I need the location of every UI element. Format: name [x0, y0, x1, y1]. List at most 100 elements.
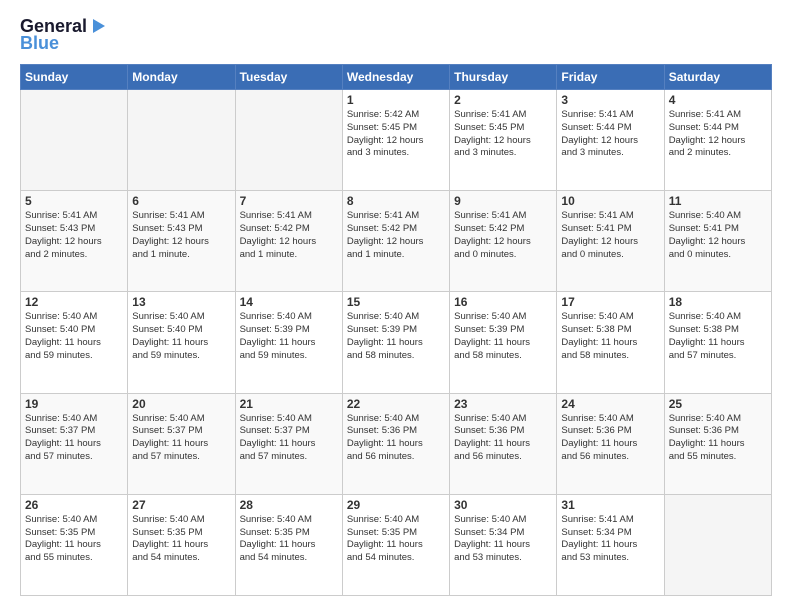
calendar-cell: 8Sunrise: 5:41 AM Sunset: 5:42 PM Daylig…: [342, 191, 449, 292]
day-number: 22: [347, 397, 445, 411]
day-number: 15: [347, 295, 445, 309]
calendar-cell: 29 Sunrise: 5:40 AM Sunset: 5:35 PM Dayli…: [342, 494, 449, 595]
day-info: Sunrise: 5:40 AM Sunset: 5:36 PM Dayligh…: [669, 413, 767, 464]
day-number: 29: [347, 498, 445, 512]
calendar-cell: 10 Sunrise: 5:41 AM Sunset: 5:41 PM Dayli…: [557, 191, 664, 292]
calendar-cell: 23Sunrise: 5:40 AM Sunset: 5:36 PM Dayli…: [450, 393, 557, 494]
day-info: Sunrise: 5:40 AM Sunset: 5:39 PM Dayligh…: [240, 311, 338, 362]
day-number: 14: [240, 295, 338, 309]
day-info: Sunrise: 5:41 AM Sunset: 5:41 PM Dayligh…: [561, 210, 659, 261]
day-info: Sunrise: 5:41 AM Sunset: 5:45 PM Dayligh…: [454, 109, 552, 160]
weekday-header: Sunday: [21, 65, 128, 90]
calendar-week-row: 19 Sunrise: 5:40 AM Sunset: 5:37 PM Dayli…: [21, 393, 772, 494]
day-number: 7: [240, 194, 338, 208]
weekday-header: Thursday: [450, 65, 557, 90]
day-info: Sunrise: 5:41 AM Sunset: 5:34 PM Dayligh…: [561, 514, 659, 565]
calendar-cell: 5 Sunrise: 5:41 AM Sunset: 5:43 PM Daylig…: [21, 191, 128, 292]
calendar-cell: 17 Sunrise: 5:40 AM Sunset: 5:38 PM Dayli…: [557, 292, 664, 393]
day-info: Sunrise: 5:40 AM Sunset: 5:40 PM Dayligh…: [25, 311, 123, 362]
calendar-cell: 21Sunrise: 5:40 AM Sunset: 5:37 PM Dayli…: [235, 393, 342, 494]
calendar-cell: 27 Sunrise: 5:40 AM Sunset: 5:35 PM Dayli…: [128, 494, 235, 595]
day-number: 19: [25, 397, 123, 411]
day-number: 30: [454, 498, 552, 512]
calendar-week-row: 12Sunrise: 5:40 AM Sunset: 5:40 PM Dayli…: [21, 292, 772, 393]
day-number: 1: [347, 93, 445, 107]
day-number: 11: [669, 194, 767, 208]
day-number: 26: [25, 498, 123, 512]
day-number: 18: [669, 295, 767, 309]
day-number: 3: [561, 93, 659, 107]
calendar-cell: [21, 90, 128, 191]
day-number: 5: [25, 194, 123, 208]
day-info: Sunrise: 5:40 AM Sunset: 5:35 PM Dayligh…: [25, 514, 123, 565]
page: General Blue SundayMondayTuesdayWednesda…: [0, 0, 792, 612]
day-number: 8: [347, 194, 445, 208]
calendar-week-row: 26 Sunrise: 5:40 AM Sunset: 5:35 PM Dayli…: [21, 494, 772, 595]
calendar-cell: 4Sunrise: 5:41 AM Sunset: 5:44 PM Daylig…: [664, 90, 771, 191]
day-number: 17: [561, 295, 659, 309]
day-info: Sunrise: 5:40 AM Sunset: 5:37 PM Dayligh…: [132, 413, 230, 464]
logo: General Blue: [20, 16, 107, 54]
calendar-table: SundayMondayTuesdayWednesdayThursdayFrid…: [20, 64, 772, 596]
day-info: Sunrise: 5:40 AM Sunset: 5:36 PM Dayligh…: [347, 413, 445, 464]
calendar-cell: 18 Sunrise: 5:40 AM Sunset: 5:38 PM Dayli…: [664, 292, 771, 393]
calendar-week-row: 5 Sunrise: 5:41 AM Sunset: 5:43 PM Daylig…: [21, 191, 772, 292]
calendar-week-row: 1 Sunrise: 5:42 AM Sunset: 5:45 PM Daylig…: [21, 90, 772, 191]
weekday-header: Wednesday: [342, 65, 449, 90]
weekday-header: Friday: [557, 65, 664, 90]
day-number: 10: [561, 194, 659, 208]
day-info: Sunrise: 5:41 AM Sunset: 5:42 PM Dayligh…: [454, 210, 552, 261]
calendar-cell: 25 Sunrise: 5:40 AM Sunset: 5:36 PM Dayli…: [664, 393, 771, 494]
calendar-cell: 6 Sunrise: 5:41 AM Sunset: 5:43 PM Daylig…: [128, 191, 235, 292]
calendar-cell: [128, 90, 235, 191]
day-info: Sunrise: 5:40 AM Sunset: 5:37 PM Dayligh…: [25, 413, 123, 464]
day-info: Sunrise: 5:41 AM Sunset: 5:43 PM Dayligh…: [25, 210, 123, 261]
header: General Blue: [20, 16, 772, 54]
day-info: Sunrise: 5:40 AM Sunset: 5:36 PM Dayligh…: [561, 413, 659, 464]
calendar-cell: 28 Sunrise: 5:40 AM Sunset: 5:35 PM Dayli…: [235, 494, 342, 595]
calendar-header-row: SundayMondayTuesdayWednesdayThursdayFrid…: [21, 65, 772, 90]
calendar-cell: 11 Sunrise: 5:40 AM Sunset: 5:41 PM Dayli…: [664, 191, 771, 292]
day-number: 25: [669, 397, 767, 411]
day-number: 13: [132, 295, 230, 309]
day-number: 16: [454, 295, 552, 309]
day-info: Sunrise: 5:42 AM Sunset: 5:45 PM Dayligh…: [347, 109, 445, 160]
calendar-cell: 2 Sunrise: 5:41 AM Sunset: 5:45 PM Daylig…: [450, 90, 557, 191]
day-info: Sunrise: 5:40 AM Sunset: 5:38 PM Dayligh…: [561, 311, 659, 362]
calendar-cell: 20 Sunrise: 5:40 AM Sunset: 5:37 PM Dayli…: [128, 393, 235, 494]
day-number: 20: [132, 397, 230, 411]
calendar-cell: 31 Sunrise: 5:41 AM Sunset: 5:34 PM Dayli…: [557, 494, 664, 595]
calendar-cell: 16 Sunrise: 5:40 AM Sunset: 5:39 PM Dayli…: [450, 292, 557, 393]
day-number: 27: [132, 498, 230, 512]
calendar-cell: 3Sunrise: 5:41 AM Sunset: 5:44 PM Daylig…: [557, 90, 664, 191]
day-info: Sunrise: 5:40 AM Sunset: 5:35 PM Dayligh…: [347, 514, 445, 565]
calendar-cell: 14 Sunrise: 5:40 AM Sunset: 5:39 PM Dayli…: [235, 292, 342, 393]
day-info: Sunrise: 5:41 AM Sunset: 5:43 PM Dayligh…: [132, 210, 230, 261]
day-info: Sunrise: 5:40 AM Sunset: 5:35 PM Dayligh…: [132, 514, 230, 565]
day-info: Sunrise: 5:40 AM Sunset: 5:39 PM Dayligh…: [347, 311, 445, 362]
calendar-cell: 9Sunrise: 5:41 AM Sunset: 5:42 PM Daylig…: [450, 191, 557, 292]
day-number: 31: [561, 498, 659, 512]
day-info: Sunrise: 5:41 AM Sunset: 5:42 PM Dayligh…: [240, 210, 338, 261]
day-number: 21: [240, 397, 338, 411]
day-info: Sunrise: 5:40 AM Sunset: 5:41 PM Dayligh…: [669, 210, 767, 261]
calendar-cell: 24 Sunrise: 5:40 AM Sunset: 5:36 PM Dayli…: [557, 393, 664, 494]
calendar-cell: 12Sunrise: 5:40 AM Sunset: 5:40 PM Dayli…: [21, 292, 128, 393]
calendar-cell: 15 Sunrise: 5:40 AM Sunset: 5:39 PM Dayli…: [342, 292, 449, 393]
day-info: Sunrise: 5:40 AM Sunset: 5:39 PM Dayligh…: [454, 311, 552, 362]
day-number: 6: [132, 194, 230, 208]
day-info: Sunrise: 5:40 AM Sunset: 5:34 PM Dayligh…: [454, 514, 552, 565]
day-info: Sunrise: 5:40 AM Sunset: 5:35 PM Dayligh…: [240, 514, 338, 565]
day-info: Sunrise: 5:40 AM Sunset: 5:36 PM Dayligh…: [454, 413, 552, 464]
day-info: Sunrise: 5:40 AM Sunset: 5:38 PM Dayligh…: [669, 311, 767, 362]
calendar-cell: 22 Sunrise: 5:40 AM Sunset: 5:36 PM Dayli…: [342, 393, 449, 494]
day-number: 24: [561, 397, 659, 411]
day-number: 4: [669, 93, 767, 107]
day-number: 2: [454, 93, 552, 107]
calendar-cell: 19 Sunrise: 5:40 AM Sunset: 5:37 PM Dayli…: [21, 393, 128, 494]
calendar-cell: 26 Sunrise: 5:40 AM Sunset: 5:35 PM Dayli…: [21, 494, 128, 595]
logo-blue-text: Blue: [20, 33, 59, 54]
day-number: 28: [240, 498, 338, 512]
day-info: Sunrise: 5:40 AM Sunset: 5:40 PM Dayligh…: [132, 311, 230, 362]
calendar-cell: 13 Sunrise: 5:40 AM Sunset: 5:40 PM Dayli…: [128, 292, 235, 393]
